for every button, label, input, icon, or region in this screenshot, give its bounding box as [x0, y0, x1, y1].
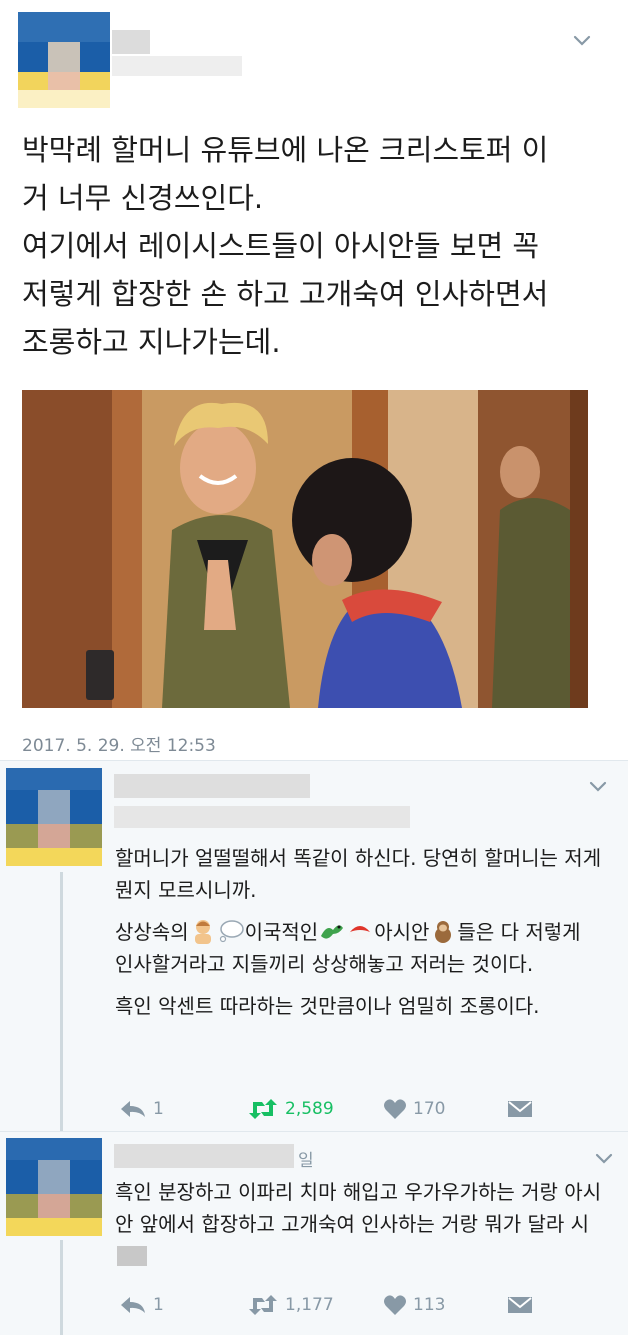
like-button[interactable]: 113: [383, 1290, 445, 1320]
reply-paragraph: 흑인 분장하고 이파리 치마 해입고 우가우가하는 거랑 아시안 앞에서 합장하…: [115, 1176, 605, 1272]
heart-icon: [384, 1295, 406, 1315]
retweet-icon: [249, 1295, 277, 1315]
sushi-emoji: [349, 926, 372, 940]
avatar[interactable]: [6, 1138, 102, 1236]
redacted-text: [117, 1246, 147, 1266]
reply-paragraph: 할머니가 얼떨떨해서 똑같이 하신다. 당연히 할머니는 저게 뭔지 모르시니까…: [115, 846, 602, 902]
reply-paragraph: 상상속의 이국적인 아시안 들은 다 저렇게 인사할거라고 지들끼리 상상해놓고…: [115, 916, 605, 980]
retweet-icon: [249, 1099, 277, 1119]
main-tweet-header: [0, 0, 628, 110]
reply-text: 흑인 분장하고 이파리 치마 해입고 우가우가하는 거랑 아시안 앞에서 합장하…: [115, 1176, 605, 1272]
reply-icon: [121, 1297, 145, 1313]
person-bowing-emoji: [194, 920, 211, 944]
tweet-timestamp[interactable]: 2017. 5. 29. 오전 12:53: [22, 731, 216, 756]
reply-button[interactable]: 1: [119, 1094, 164, 1124]
username-blurred[interactable]: [112, 56, 242, 76]
reply-paragraph: 흑인 악센트 따라하는 것만큼이나 엄밀히 조롱이다.: [115, 994, 540, 1018]
reply-count: 1: [153, 1099, 164, 1119]
tweet-text-line: 박막례 할머니 유튜브에 나온 크리스토퍼 이 거 너무 신경쓰인다.: [22, 133, 549, 215]
reply-count: 1: [153, 1295, 164, 1315]
thread-line: [60, 872, 63, 1134]
retweet-count: 2,589: [285, 1099, 334, 1119]
avatar[interactable]: [18, 12, 110, 108]
username-blurred[interactable]: [114, 806, 410, 828]
envelope-icon: [508, 1297, 532, 1313]
display-name-blurred[interactable]: [114, 1144, 294, 1168]
like-button[interactable]: 170: [383, 1094, 445, 1124]
reply-text-part: 아시안: [374, 920, 430, 944]
retweet-button[interactable]: 1,177: [247, 1290, 334, 1320]
handle-suffix: 일: [298, 1151, 314, 1171]
action-bar: 1 1,177 113: [115, 1290, 535, 1320]
tweet-photo[interactable]: [22, 390, 588, 708]
monkey-emoji: [435, 921, 452, 943]
thread-line: [60, 1240, 63, 1335]
display-name-blurred[interactable]: [112, 30, 150, 54]
reply-icon: [121, 1101, 145, 1117]
envelope-icon: [508, 1101, 532, 1117]
heart-icon: [384, 1099, 406, 1119]
retweet-button[interactable]: 2,589: [247, 1094, 334, 1124]
display-name-blurred[interactable]: [114, 774, 310, 798]
reply-button[interactable]: 1: [119, 1290, 164, 1320]
chevron-down-icon[interactable]: [572, 34, 592, 48]
reply-text-part: 상상속의: [115, 920, 189, 944]
photo-scene: [22, 390, 588, 708]
reply-text: 할머니가 얼떨떨해서 똑같이 하신다. 당연히 할머니는 저게 뭔지 모르시니까…: [115, 842, 605, 1032]
action-bar: 1 2,589 170: [115, 1094, 535, 1124]
direct-message-button[interactable]: [507, 1290, 539, 1320]
like-count: 170: [413, 1099, 446, 1119]
tweet-text-line: 여기에서 레이시스트들이 아시안들 보면 꼭 저렇게 합장한 손 하고 고개숙여…: [22, 229, 549, 359]
tweet-text: 박막례 할머니 유튜브에 나온 크리스토퍼 이 거 너무 신경쓰인다. 여기에서…: [22, 126, 612, 366]
reply-text-part: 흑인 분장하고 이파리 치마 해입고 우가우가하는 거랑 아시안 앞에서 합장하…: [115, 1180, 602, 1236]
reply-text-part: 이국적인: [244, 920, 319, 944]
dragon-emoji: [321, 925, 344, 939]
direct-message-button[interactable]: [507, 1094, 539, 1124]
chevron-down-icon[interactable]: [588, 780, 608, 794]
like-count: 113: [413, 1295, 446, 1315]
thought-balloon-emoji: [219, 920, 244, 943]
avatar[interactable]: [6, 768, 102, 866]
retweet-count: 1,177: [285, 1295, 334, 1315]
chevron-down-icon[interactable]: [594, 1152, 614, 1166]
